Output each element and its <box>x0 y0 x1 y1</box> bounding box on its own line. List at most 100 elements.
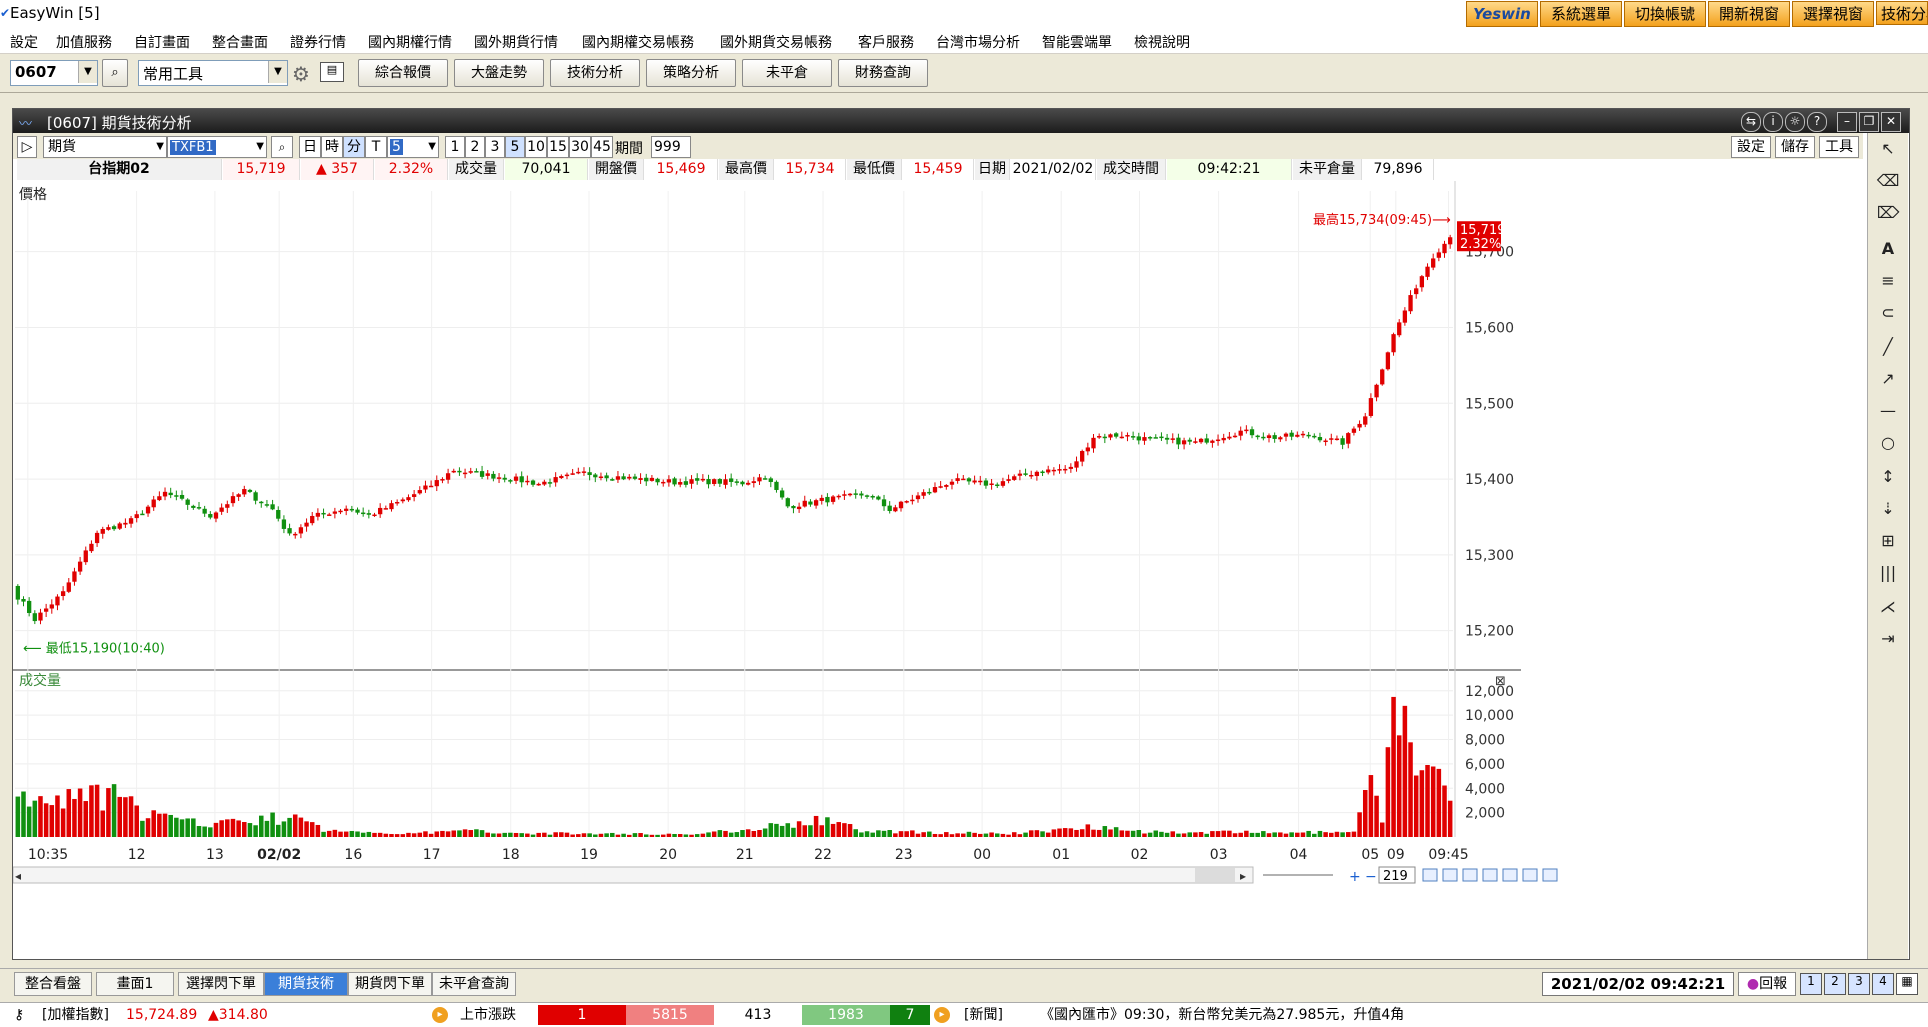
help-icon[interactable]: ? <box>1807 112 1827 132</box>
period-day-button[interactable]: 日 <box>299 136 321 158</box>
line-tool-icon[interactable]: ╱ <box>1876 337 1900 359</box>
bars-tool-icon[interactable]: ||| <box>1876 563 1900 585</box>
indent-tool-icon[interactable]: ⇥ <box>1876 629 1900 651</box>
menu-taiwan-market-analysis[interactable]: 台灣市場分析 <box>936 32 1020 52</box>
minute-15-button[interactable]: 15 <box>547 136 569 158</box>
tab-options-flash-order[interactable]: 選擇閃下單 <box>178 972 264 996</box>
tech-analysis-button[interactable]: 技術分析 <box>550 59 640 87</box>
grid-tool-icon[interactable]: ⊞ <box>1876 531 1900 553</box>
candle-body <box>49 604 54 609</box>
symbol-search-icon[interactable]: ⌕ <box>271 136 293 158</box>
menu-custom-screen[interactable]: 自訂畫面 <box>134 32 190 52</box>
minimize-icon[interactable]: – <box>1837 112 1857 132</box>
gear-icon[interactable]: ⚙ <box>292 62 310 86</box>
minute-5-button[interactable]: 5 <box>505 136 525 158</box>
menu-foreign-trade-account[interactable]: 國外期貨交易帳務 <box>720 32 832 52</box>
minute-3-button[interactable]: 3 <box>485 136 505 158</box>
strategy-analysis-button[interactable]: 策略分析 <box>646 59 736 87</box>
fib-tool-icon[interactable]: ⇣ <box>1876 499 1900 521</box>
menu-smart-cloud-order[interactable]: 智能雲端單 <box>1042 32 1112 52</box>
settings-circle-icon[interactable]: ☼ <box>1785 112 1805 132</box>
eraser-all-icon[interactable]: ⌦ <box>1876 203 1900 225</box>
tools-button[interactable]: 工具 <box>1819 136 1859 158</box>
volume-bar <box>168 814 173 837</box>
tab-open-interest-query[interactable]: 未平倉查詢 <box>432 972 516 996</box>
menu-domestic-trade-account[interactable]: 國內期權交易帳務 <box>582 32 694 52</box>
text-tool-icon[interactable]: A <box>1876 239 1900 261</box>
select-window-button[interactable]: 選擇視窗 <box>1792 1 1874 27</box>
symbol-select[interactable]: TXFB1 ▼ <box>167 136 267 158</box>
layout-3-icon[interactable]: 3 <box>1848 973 1870 995</box>
menu-settings[interactable]: 設定 <box>10 32 38 52</box>
market-trend-button[interactable]: 大盤走勢 <box>454 59 544 87</box>
window-config-icon[interactable]: ▤ <box>320 62 344 82</box>
tab-screen1[interactable]: 畫面1 <box>96 972 174 996</box>
minute-2-button[interactable]: 2 <box>465 136 485 158</box>
arrow-icon[interactable]: ▸ <box>934 1007 950 1023</box>
cursor-icon[interactable]: ↖ <box>1876 139 1900 161</box>
candlestick-chart[interactable]: 15,20015,30015,40015,50015,60015,7002,00… <box>13 181 1863 959</box>
period-tick-button[interactable]: T <box>365 136 387 158</box>
candle-body <box>457 470 462 473</box>
quote-button[interactable]: 綜合報價 <box>358 59 448 87</box>
financial-query-button[interactable]: 財務查詢 <box>838 59 928 87</box>
magnet-icon[interactable]: ⊂ <box>1876 303 1900 325</box>
arrow-icon[interactable]: ▸ <box>432 1007 448 1023</box>
menu-domestic-options-quotes[interactable]: 國內期權行情 <box>368 32 452 52</box>
switch-account-button[interactable]: 切換帳號 <box>1624 1 1706 27</box>
code-combo[interactable]: 0607 ▼ <box>10 60 98 86</box>
layout-2-icon[interactable]: 2 <box>1824 973 1846 995</box>
volume-bar <box>123 797 128 837</box>
lines-tool-icon[interactable]: ≡ <box>1876 271 1900 293</box>
save-button[interactable]: 儲存 <box>1775 136 1815 158</box>
fan-tool-icon[interactable]: ⋌ <box>1876 597 1900 619</box>
minute-1-button[interactable]: 1 <box>445 136 465 158</box>
minute-45-button[interactable]: 45 <box>591 136 613 158</box>
type-select[interactable]: 期貨 ▼ <box>43 136 167 158</box>
search-icon[interactable]: ⌕ <box>102 59 128 87</box>
minute-10-button[interactable]: 10 <box>525 136 547 158</box>
time-tick-label: 02/02 <box>257 847 301 863</box>
settings-button[interactable]: 設定 <box>1731 136 1771 158</box>
grid-layout-icon[interactable]: ▦ <box>1896 973 1918 995</box>
minute-30-button[interactable]: 30 <box>569 136 591 158</box>
period-hour-button[interactable]: 時 <box>321 136 343 158</box>
menu-view-help[interactable]: 檢視說明 <box>1134 32 1190 52</box>
volume-bar <box>1159 831 1164 837</box>
report-button[interactable]: ●回報 <box>1738 972 1796 996</box>
tab-futures-tech[interactable]: 期貨技術 <box>264 972 348 996</box>
tab-integrated-view[interactable]: 整合看盤 <box>14 972 92 996</box>
period-count-input[interactable]: 999 <box>651 136 691 158</box>
tech-analysis-top-button[interactable]: 技術分析 <box>1876 1 1928 25</box>
restore-icon[interactable]: ❐ <box>1859 112 1879 132</box>
open-interest-button[interactable]: 未平倉 <box>742 59 832 87</box>
volume-bar <box>1357 812 1362 837</box>
volume-bar <box>366 831 372 837</box>
news-text[interactable]: 《國內匯市》09:30，新台幣兌美元為27.985元，升值4角 <box>1040 1005 1404 1025</box>
close-icon[interactable]: ✕ <box>1881 112 1901 132</box>
link-icon[interactable]: ⇆ <box>1741 112 1761 132</box>
layout-4-icon[interactable]: 4 <box>1872 973 1894 995</box>
play-icon[interactable]: ▷ <box>17 136 37 158</box>
menu-value-added[interactable]: 加值服務 <box>56 32 112 52</box>
index-value: 15,724.89 <box>126 1007 198 1023</box>
menu-customer-service[interactable]: 客戶服務 <box>858 32 914 52</box>
system-menu-button[interactable]: 系統選單 <box>1540 1 1622 27</box>
yeswin-logo[interactable]: Yeswin <box>1466 1 1538 27</box>
ray-tool-icon[interactable]: ↗ <box>1876 369 1900 391</box>
hline-tool-icon[interactable]: — <box>1876 401 1900 423</box>
info-icon[interactable]: i <box>1763 112 1783 132</box>
menu-foreign-futures-quotes[interactable]: 國外期貨行情 <box>474 32 558 52</box>
layout-1-icon[interactable]: 1 <box>1800 973 1822 995</box>
minute-select[interactable]: 5 ▼ <box>387 136 439 158</box>
period-minute-button[interactable]: 分 <box>343 136 365 158</box>
tab-futures-flash-order[interactable]: 期貨閃下單 <box>348 972 432 996</box>
vline-tool-icon[interactable]: ↕ <box>1876 467 1900 489</box>
eraser-icon[interactable]: ⌫ <box>1876 171 1900 193</box>
menu-integrated-screen[interactable]: 整合畫面 <box>212 32 268 52</box>
new-window-button[interactable]: 開新視窗 <box>1708 1 1790 27</box>
circle-tool-icon[interactable]: ○ <box>1876 433 1900 455</box>
menu-stock-quotes[interactable]: 證券行情 <box>290 32 346 52</box>
tool-combo[interactable]: 常用工具 ▼ <box>138 60 288 86</box>
candle-body <box>310 515 315 524</box>
